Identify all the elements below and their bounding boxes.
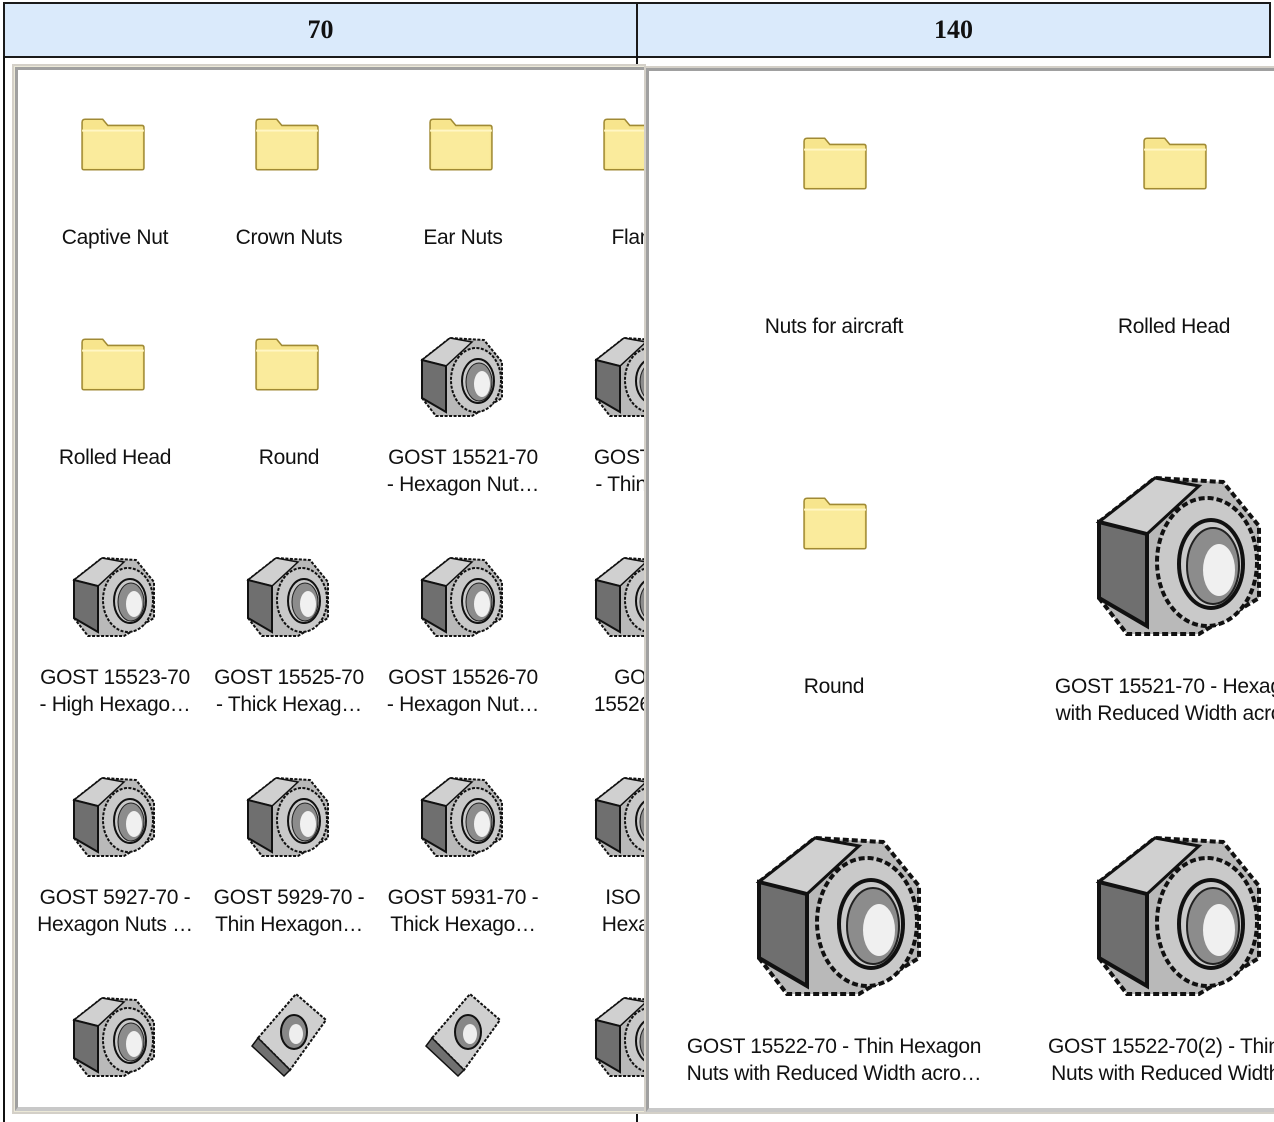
icon-item-label: GOST 5931-70 - xyxy=(387,886,539,909)
icon-item-label: Rolled Head xyxy=(1117,315,1231,338)
icon-view-140[interactable]: Nuts for aircraft Rolled Head Round GOST… xyxy=(646,68,1274,1112)
icon-item-label: Round xyxy=(803,675,865,698)
icon-item-label: GOST 15521-70 xyxy=(388,446,538,469)
icon-item[interactable]: Ear Nuts xyxy=(376,70,550,290)
hex-nut-icon xyxy=(64,980,164,1085)
hex-nut-icon xyxy=(412,320,512,425)
icon-item[interactable]: Flang xyxy=(550,70,652,290)
icon-item-label-line2: Hexagon Nuts … xyxy=(37,913,193,936)
icon-item-large[interactable]: Round xyxy=(669,431,999,791)
hex-nut-icon xyxy=(238,760,338,865)
icon-item[interactable]: GOST 15525-70 - Thick Hexag… xyxy=(202,510,376,730)
folder-icon xyxy=(254,336,320,397)
icon-item-large[interactable]: GOST 15521-70 - Hexago with Reduced Width… xyxy=(1009,431,1274,791)
icon-item-label-line2: Thin Hexagon… xyxy=(215,913,363,936)
icon-item[interactable]: GOST 5931-70 - Thick Hexago… xyxy=(376,730,550,950)
column-header-70: 70 xyxy=(3,2,638,58)
icon-item-label-line2: Nuts with Reduced Width acro… xyxy=(686,1062,982,1085)
icon-item-label: Nuts for aircraft xyxy=(764,315,904,338)
icon-item-label: GOST 5929-70 - xyxy=(213,886,365,909)
column-header-140-label: 140 xyxy=(934,15,973,44)
icon-item-label: GOST 15526-70 xyxy=(388,666,538,689)
icon-item[interactable]: GOST 15521-70 - Hexagon Nut… xyxy=(376,290,550,510)
hex-nut-icon xyxy=(412,760,512,865)
folder-icon xyxy=(1142,135,1208,196)
icon-item-label: GOST 15521-70 - Hexago xyxy=(1054,675,1274,698)
icon-item[interactable]: GOST 5929-70 - Thin Hexagon… xyxy=(202,730,376,950)
folder-icon xyxy=(254,116,320,177)
icon-item-label: Crown Nuts xyxy=(235,226,343,249)
column-header-70-label: 70 xyxy=(307,15,334,44)
folder-icon xyxy=(80,336,146,397)
icon-item-label: Ear Nuts xyxy=(423,226,503,249)
icon-item-label: GOS xyxy=(614,666,652,689)
icon-item-large[interactable]: GOST 15522-70 - Thin Hexagon Nuts with Re… xyxy=(669,791,999,1108)
icon-item-label-line2: Nuts with Reduced Width a xyxy=(1051,1062,1274,1085)
column-header-140: 140 xyxy=(636,2,1271,58)
folder-icon xyxy=(428,116,494,177)
icon-item-label: GOST 15522-70(2) - Thin H xyxy=(1047,1035,1274,1058)
icon-item-label: Round xyxy=(258,446,320,469)
icon-item-large[interactable]: Rolled Head xyxy=(1009,71,1274,431)
hex-nut-icon xyxy=(238,540,338,645)
hex-nut-icon xyxy=(1079,437,1274,652)
hex-nut-icon xyxy=(739,797,939,1012)
icon-item-label: GOST 15525-70 xyxy=(214,666,364,689)
table-left-border xyxy=(3,56,5,1122)
icon-item[interactable] xyxy=(550,950,652,1107)
square-nut-icon xyxy=(412,980,512,1085)
icon-view-70[interactable]: Captive Nut Crown Nuts Ear Nuts Flang Ro… xyxy=(15,67,655,1111)
icon-item-label-line2: - High Hexago… xyxy=(39,693,191,716)
icon-item-label-line2: - Hexagon Nut… xyxy=(386,473,540,496)
icon-item[interactable] xyxy=(28,950,202,1107)
folder-icon xyxy=(802,135,868,196)
icon-item[interactable]: GOS 15526-70 xyxy=(550,510,652,730)
icon-item[interactable]: Round xyxy=(202,290,376,510)
hex-nut-icon xyxy=(412,540,512,645)
icon-item-large[interactable]: GOST 15522-70(2) - Thin H Nuts with Reduc… xyxy=(1009,791,1274,1108)
icon-item-label: Rolled Head xyxy=(58,446,172,469)
hex-nut-icon xyxy=(64,540,164,645)
icon-item-label: Flang xyxy=(611,226,652,249)
icon-item-label: GOST 15 xyxy=(593,446,652,469)
icon-item-label-line2: 15526-70 xyxy=(593,693,652,716)
square-nut-icon xyxy=(238,980,338,1085)
icon-item[interactable] xyxy=(202,950,376,1107)
icon-item[interactable]: ISO 47 Hexago xyxy=(550,730,652,950)
icon-item[interactable]: GOST 15 - Thin He xyxy=(550,290,652,510)
icon-item[interactable]: GOST 5927-70 - Hexagon Nuts … xyxy=(28,730,202,950)
icon-item-label-line2: - Hexagon Nut… xyxy=(386,693,540,716)
icon-item-label: GOST 15522-70 - Thin Hexagon xyxy=(686,1035,982,1058)
icon-item[interactable]: GOST 15523-70 - High Hexago… xyxy=(28,510,202,730)
icon-item[interactable]: Rolled Head xyxy=(28,290,202,510)
icon-item-label-line2: with Reduced Width acros xyxy=(1055,702,1274,725)
icon-item[interactable]: Captive Nut xyxy=(28,70,202,290)
icon-item-label-line2: - Thick Hexag… xyxy=(216,693,362,716)
icon-item-label-line2: - Thin He xyxy=(595,473,647,496)
folder-icon xyxy=(802,495,868,556)
hex-nut-icon xyxy=(1079,797,1274,1012)
icon-item-label-line2: Thick Hexago… xyxy=(390,913,536,936)
icon-item-large[interactable]: Nuts for aircraft xyxy=(669,71,999,431)
icon-item-label: ISO 47 xyxy=(605,886,652,909)
icon-item-label: GOST 15523-70 xyxy=(40,666,190,689)
icon-item[interactable] xyxy=(376,950,550,1107)
hex-nut-icon xyxy=(64,760,164,865)
folder-icon xyxy=(80,116,146,177)
icon-item[interactable]: Crown Nuts xyxy=(202,70,376,290)
icon-item-label-line2: Hexago xyxy=(601,913,652,936)
icon-item-label: GOST 5927-70 - xyxy=(39,886,191,909)
icon-item[interactable]: GOST 15526-70 - Hexagon Nut… xyxy=(376,510,550,730)
icon-item-label: Captive Nut xyxy=(61,226,169,249)
